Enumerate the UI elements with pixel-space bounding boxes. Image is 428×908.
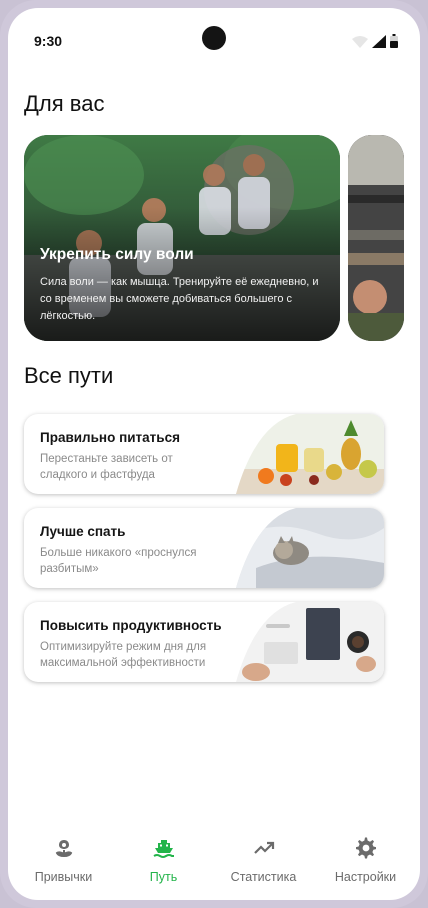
- featured-card-title: Укрепить силу воли: [40, 246, 194, 263]
- path-card-image: [236, 508, 384, 588]
- featured-card-next[interactable]: [348, 135, 404, 341]
- featured-card-description: Сила воли — как мышца. Тренируйте её еже…: [40, 276, 319, 322]
- nav-item-path[interactable]: Путь: [112, 826, 215, 896]
- path-card-image: [236, 602, 384, 682]
- nav-label: Привычки: [34, 870, 93, 884]
- path-card-title: Правильно питаться: [40, 430, 180, 445]
- battery-icon: [390, 34, 398, 48]
- flower-icon: [55, 840, 72, 857]
- path-card-image: [236, 414, 384, 494]
- status-icons: [352, 34, 398, 48]
- nav-label: Путь: [149, 870, 178, 884]
- status-bar: 9:30: [8, 8, 420, 68]
- bottom-nav: Привычки Путь Статистика Настройки: [8, 826, 420, 900]
- path-card-sleep[interactable]: Лучше спать Больше никакого «проснулся р…: [24, 508, 384, 588]
- featured-card-text: Укрепить силу воли Сила воли — как мышца…: [40, 246, 324, 325]
- for-you-heading: Для вас: [24, 91, 105, 116]
- nav-label: Статистика: [230, 870, 297, 884]
- path-card-description: Перестаньте зависеть от сладкого и фастф…: [40, 453, 173, 481]
- path-card-title: Повысить продуктивность: [40, 618, 222, 633]
- path-card-productivity[interactable]: Повысить продуктивность Оптимизируйте ре…: [24, 602, 384, 682]
- nav-label: Настройки: [334, 870, 397, 884]
- nav-item-stats[interactable]: Статистика: [212, 826, 315, 896]
- featured-card-next-image: [348, 135, 404, 341]
- camera-cutout: [202, 26, 226, 50]
- path-card-title: Лучше спать: [40, 524, 126, 539]
- gear-icon: [355, 837, 376, 859]
- nav-item-habits[interactable]: Привычки: [12, 826, 115, 896]
- path-card-description: Оптимизируйте режим дня для максимальной…: [40, 641, 207, 669]
- path-card-description: Больше никакого «проснулся разбитым»: [40, 547, 197, 575]
- path-card-nutrition[interactable]: Правильно питаться Перестаньте зависеть …: [24, 414, 384, 494]
- device-frame: 9:30 Для вас Укрепить силу воли Сила вол…: [0, 0, 428, 908]
- featured-card-willpower[interactable]: Укрепить силу воли Сила воли — как мышца…: [24, 135, 340, 341]
- status-time: 9:30: [34, 33, 63, 49]
- trending-up-icon: [253, 841, 274, 854]
- nav-item-settings[interactable]: Настройки: [314, 826, 417, 896]
- screen: 9:30 Для вас Укрепить силу воли Сила вол…: [8, 8, 420, 900]
- ship-icon: [152, 840, 174, 858]
- featured-carousel[interactable]: Укрепить силу воли Сила воли — как мышца…: [24, 135, 420, 341]
- wifi-icon: [352, 36, 368, 48]
- signal-icon: [372, 35, 386, 48]
- all-paths-heading: Все пути: [24, 363, 114, 388]
